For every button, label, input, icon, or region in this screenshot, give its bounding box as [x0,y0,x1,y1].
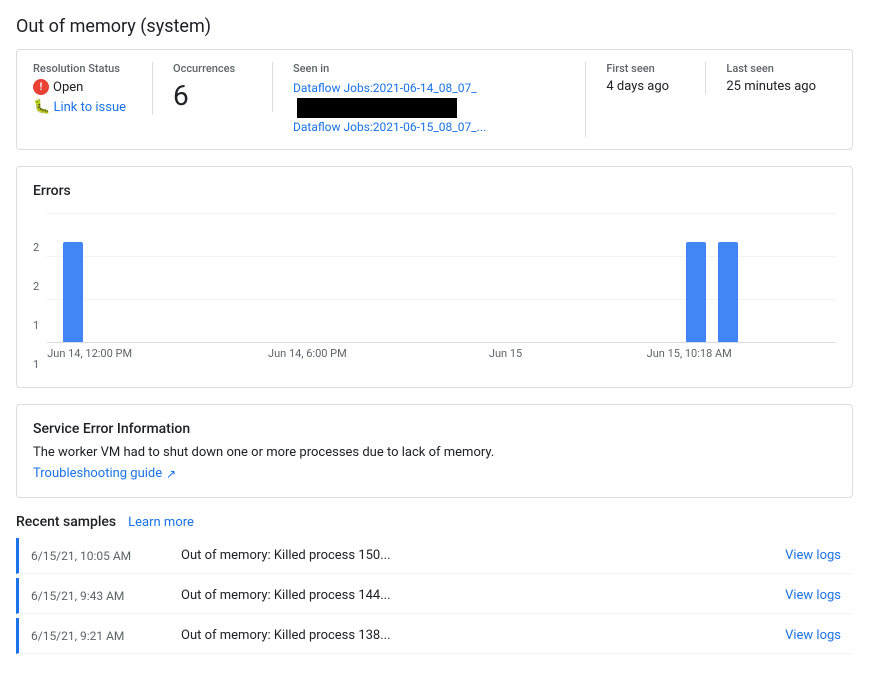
service-error-description: The worker VM had to shut down one or mo… [33,445,836,460]
bug-icon: 🐛 [33,99,50,115]
recent-samples-header: Recent samples Learn more [16,514,853,530]
view-logs-button-3[interactable]: View logs [785,628,841,643]
recent-samples-section: Recent samples Learn more 6/15/21, 10:05… [16,514,853,654]
seen-in-link-2[interactable]: Dataflow Jobs:2021-06-15_08_07_... [293,118,565,137]
resolution-label: Resolution Status [33,62,132,75]
bar-1 [63,242,83,342]
troubleshoot-link[interactable]: Troubleshooting guide ↗ [33,466,836,481]
sample-time-2: 6/15/21, 9:43 AM [31,589,181,603]
link-to-issue-button[interactable]: 🐛 Link to issue [33,99,132,115]
view-logs-button-2[interactable]: View logs [785,588,841,603]
y-label-3: 2 [33,280,39,293]
service-error-card: Service Error Information The worker VM … [16,404,853,498]
chart-title: Errors [33,183,836,199]
recent-samples-title: Recent samples [16,514,116,530]
seen-in-label: Seen in [293,62,565,75]
sample-row: 6/15/21, 9:21 AM Out of memory: Killed p… [16,618,853,654]
page-title: Out of memory (system) [16,16,853,37]
sample-row: 6/15/21, 10:05 AM Out of memory: Killed … [16,538,853,574]
redacted-bar-1 [297,98,457,118]
grid-line-top [47,213,836,214]
x-axis: Jun 14, 12:00 PM Jun 14, 6:00 PM Jun 15 … [47,347,836,371]
sample-message-1: Out of memory: Killed process 150... [181,548,785,563]
seen-in-links: Dataflow Jobs:2021-06-14_08_07_ Dataflow… [293,79,565,137]
sample-time-1: 6/15/21, 10:05 AM [31,549,181,563]
external-link-icon: ↗ [166,467,176,481]
last-seen-section: Last seen 25 minutes ago [706,62,836,94]
seen-in-section: Seen in Dataflow Jobs:2021-06-14_08_07_ … [273,62,586,137]
seen-in-link-1[interactable]: Dataflow Jobs:2021-06-14_08_07_ [293,79,565,118]
service-error-title: Service Error Information [33,421,836,437]
link-to-issue-label: Link to issue [53,100,126,115]
chart-bars-area [47,213,836,343]
sample-row: 6/15/21, 9:43 AM Out of memory: Killed p… [16,578,853,614]
info-card: Resolution Status ! Open 🐛 Link to issue… [16,49,853,150]
last-seen-label: Last seen [726,62,816,75]
sample-rows-container: 6/15/21, 10:05 AM Out of memory: Killed … [16,538,853,654]
first-seen-label: First seen [606,62,685,75]
y-label-2: 1 [33,319,39,332]
sample-time-3: 6/15/21, 9:21 AM [31,629,181,643]
occurrences-value: 6 [173,79,252,112]
first-seen-section: First seen 4 days ago [586,62,706,94]
y-label-1: 1 [33,358,39,371]
view-logs-button-1[interactable]: View logs [785,548,841,563]
learn-more-link[interactable]: Learn more [128,515,194,530]
resolution-section: Resolution Status ! Open 🐛 Link to issue [33,62,153,115]
x-label-3: Jun 15 [489,347,522,360]
x-label-4: Jun 15, 10:18 AM [647,347,732,360]
x-label-1: Jun 14, 12:00 PM [47,347,132,360]
occurrences-label: Occurrences [173,62,252,75]
last-seen-value: 25 minutes ago [726,79,816,94]
chart-card: Errors 2 2 1 1 Jun 1 [16,166,853,388]
troubleshoot-label: Troubleshooting guide [33,466,162,481]
first-seen-value: 4 days ago [606,79,685,94]
y-label-4: 2 [33,241,39,254]
status-icon: ! [33,79,49,95]
resolution-status: ! Open [33,79,132,95]
sample-message-3: Out of memory: Killed process 138... [181,628,785,643]
x-label-2: Jun 14, 6:00 PM [268,347,347,360]
occurrences-section: Occurrences 6 [153,62,273,112]
resolution-value: Open [53,80,83,95]
bar-2 [686,242,706,342]
bar-3 [718,242,738,342]
sample-message-2: Out of memory: Killed process 144... [181,588,785,603]
